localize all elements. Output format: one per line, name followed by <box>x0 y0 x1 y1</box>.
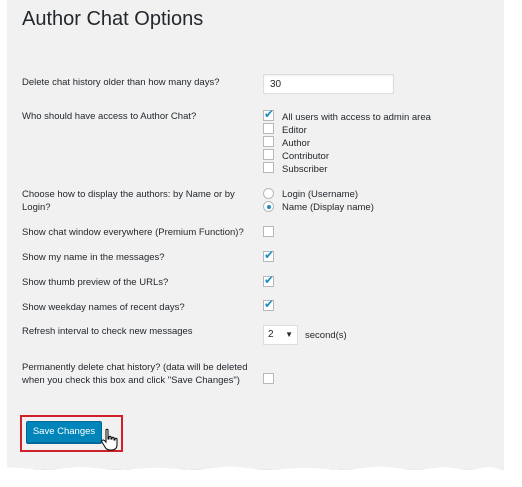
refresh-interval-select[interactable]: 2 ▼ <box>263 325 298 345</box>
access-admin-checkbox[interactable]: ✔ <box>263 107 275 121</box>
access-author-checkbox[interactable] <box>263 136 274 147</box>
refresh-label: Refresh interval to check new messages <box>22 326 193 337</box>
hand-cursor-icon <box>101 428 118 451</box>
chevron-down-icon: ▼ <box>285 330 293 339</box>
page-title: Author Chat Options <box>22 8 204 30</box>
save-changes-button[interactable]: Save Changes <box>26 421 102 443</box>
delete-history-checkbox[interactable] <box>263 373 274 384</box>
weekday-checkbox[interactable]: ✔ <box>263 297 275 311</box>
thumb-checkbox[interactable]: ✔ <box>263 273 275 287</box>
radio-selected-dot <box>267 205 271 209</box>
access-option-label: Editor <box>282 125 307 136</box>
thumb-label: Show thumb preview of the URLs? <box>22 277 169 288</box>
refresh-unit-label: second(s) <box>305 330 347 341</box>
myname-checkbox[interactable]: ✔ <box>263 248 275 262</box>
display-option-label: Login (Username) <box>282 189 359 200</box>
display-name-radio[interactable] <box>263 201 274 212</box>
access-contributor-checkbox[interactable] <box>263 149 274 160</box>
delete-label: Permanently delete chat history? (data w… <box>22 362 248 386</box>
access-option-label: Subscriber <box>282 164 328 175</box>
weekday-label: Show weekday names of recent days? <box>22 302 185 313</box>
history-label: Delete chat history older than how many … <box>22 77 220 88</box>
display-option-label: Name (Display name) <box>282 202 374 213</box>
access-subscriber-checkbox[interactable] <box>263 162 274 173</box>
access-editor-checkbox[interactable] <box>263 123 274 134</box>
display-label: Choose how to display the authors: by Na… <box>22 189 235 213</box>
everywhere-label: Show chat window everywhere (Premium Fun… <box>22 227 244 238</box>
history-days-input[interactable]: 30 <box>263 74 394 94</box>
access-option-label: Contributor <box>282 151 329 162</box>
everywhere-checkbox[interactable] <box>263 226 274 237</box>
access-label: Who should have access to Author Chat? <box>22 111 197 122</box>
access-option-label: All users with access to admin area <box>282 112 431 123</box>
display-login-radio[interactable] <box>263 188 274 199</box>
checkmark-icon: ✔ <box>264 273 275 287</box>
myname-label: Show my name in the messages? <box>22 252 165 263</box>
checkmark-icon: ✔ <box>264 107 275 121</box>
access-option-label: Author <box>282 138 310 149</box>
checkmark-icon: ✔ <box>264 297 275 311</box>
refresh-interval-value: 2 <box>268 329 274 340</box>
checkmark-icon: ✔ <box>264 248 275 262</box>
